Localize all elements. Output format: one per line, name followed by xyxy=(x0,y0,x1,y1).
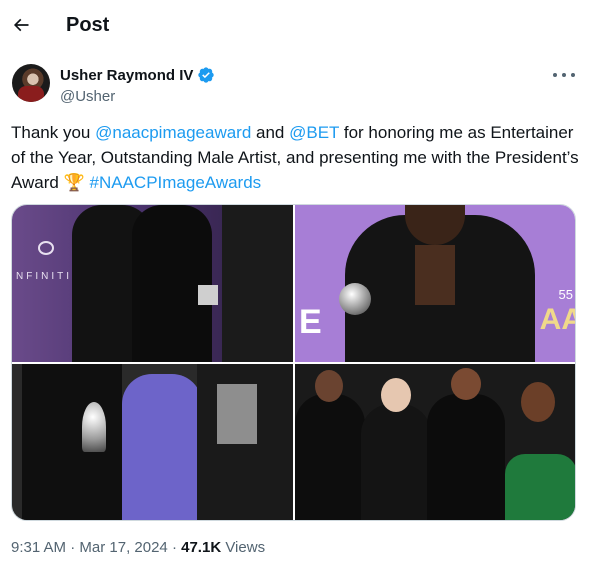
backdrop-letters: AA xyxy=(539,303,575,336)
page-title: Post xyxy=(66,14,110,36)
views-label: Views xyxy=(221,539,266,556)
verified-badge-icon[interactable] xyxy=(197,66,215,84)
backdrop-letter: E xyxy=(299,303,322,341)
views-count: 47.1K xyxy=(181,539,222,556)
post-date[interactable]: Mar 17, 2024 xyxy=(79,539,167,556)
trophy-emoji: 🏆 xyxy=(63,173,85,192)
tweet-text-part: Thank you xyxy=(11,123,96,142)
more-options-button[interactable] xyxy=(553,66,575,84)
infiniti-logo xyxy=(38,241,54,255)
tweet-text: Thank you @naacpimageaward and @BET for … xyxy=(11,120,586,195)
post-header: Post xyxy=(0,0,593,53)
author-name[interactable]: Usher Raymond IV xyxy=(60,67,193,84)
photo-4[interactable] xyxy=(295,364,575,520)
post-meta: 9:31 AM · Mar 17, 2024 · 47.1K Views xyxy=(11,539,265,556)
mention-link[interactable]: @naacpimageaward xyxy=(95,123,251,142)
dot-icon xyxy=(571,73,575,77)
author-info: Usher Raymond IV @Usher xyxy=(60,66,215,105)
dot-icon xyxy=(553,73,557,77)
media-grid: NFINITI E 55 AA xyxy=(11,204,576,521)
post-time[interactable]: 9:31 AM xyxy=(11,539,66,556)
hashtag-link[interactable]: #NAACPImageAwards xyxy=(90,173,262,192)
mention-link[interactable]: @BET xyxy=(289,123,339,142)
backdrop-text: NFINITI xyxy=(16,271,72,282)
backdrop-number: 55 xyxy=(558,287,573,302)
separator: · xyxy=(167,539,182,556)
avatar[interactable] xyxy=(12,64,50,102)
author-handle[interactable]: @Usher xyxy=(60,88,215,105)
photo-1[interactable]: NFINITI xyxy=(12,205,293,362)
photo-2[interactable]: E 55 AA xyxy=(295,205,575,362)
photo-3[interactable] xyxy=(12,364,293,520)
back-button[interactable] xyxy=(4,8,38,42)
dot-icon xyxy=(562,73,566,77)
separator: · xyxy=(66,539,80,556)
tweet-text-part: and xyxy=(251,123,290,142)
arrow-left-icon xyxy=(13,18,29,32)
